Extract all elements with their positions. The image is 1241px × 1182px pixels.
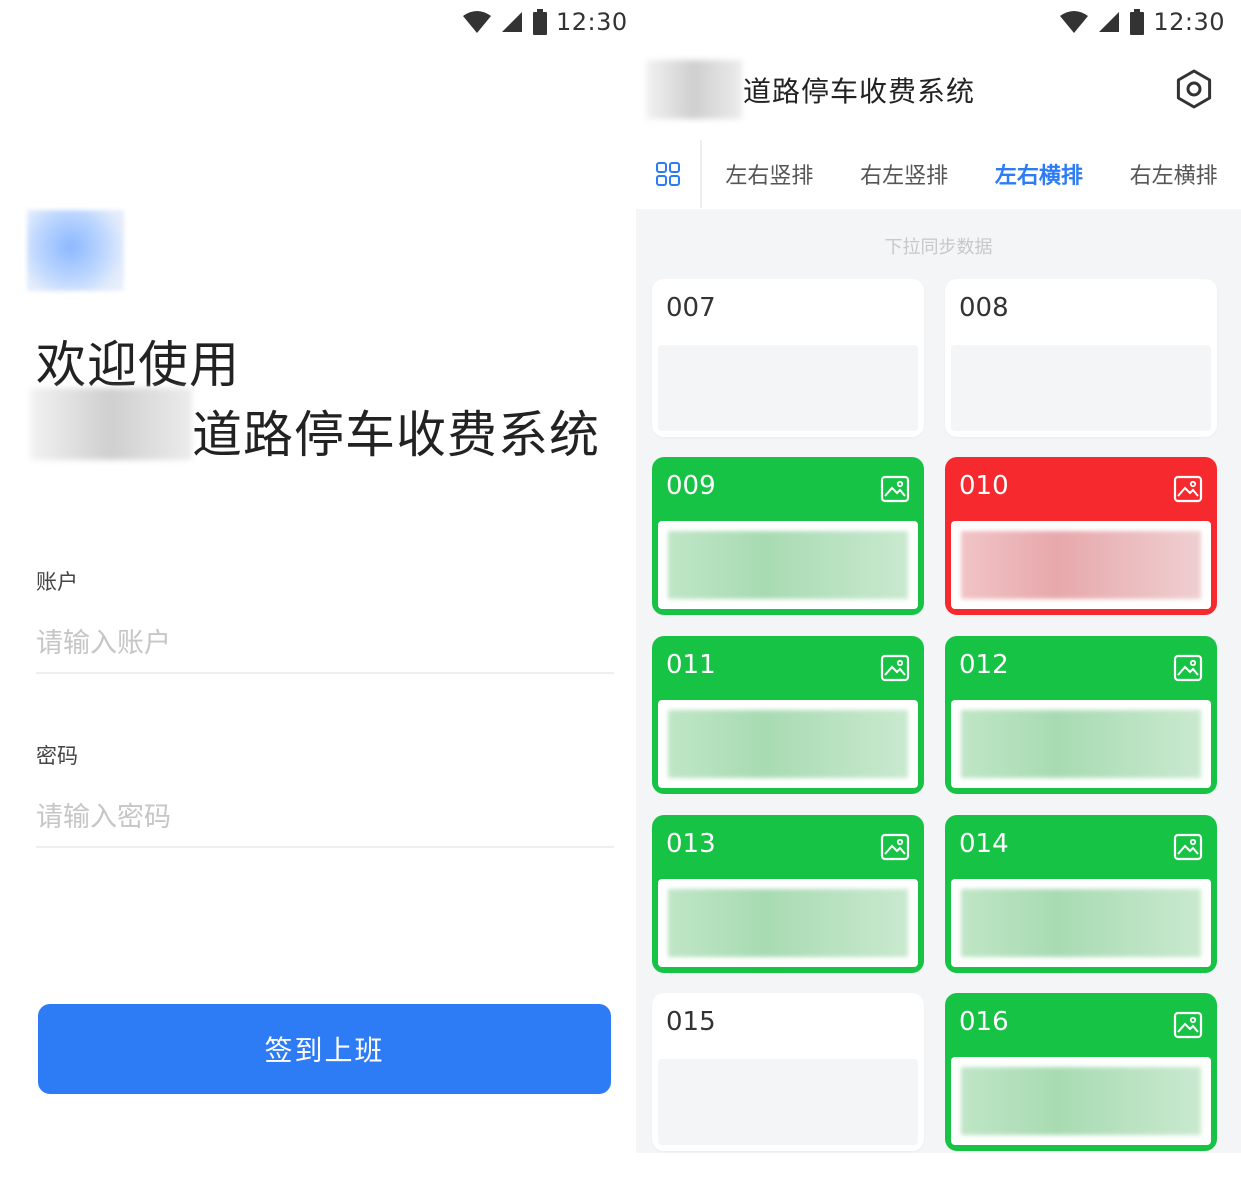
space-number: 007 — [666, 293, 716, 323]
redacted-vehicle-photo — [668, 889, 908, 957]
redacted-vehicle-photo — [961, 710, 1201, 778]
layout-tab-bar: 左右竖排 右左竖排 左右横排 右左横排 — [636, 140, 1241, 208]
photo-icon[interactable] — [1173, 833, 1203, 861]
redacted-vehicle-photo — [961, 889, 1201, 957]
tab-right-left-horizontal[interactable]: 右左横排 — [1106, 158, 1241, 190]
space-number: 016 — [959, 1007, 1009, 1037]
tab-left-right-vertical[interactable]: 左右竖排 — [702, 158, 837, 190]
space-number: 013 — [666, 829, 716, 859]
parking-space-card[interactable]: 011 — [652, 636, 924, 794]
grid-icon[interactable] — [636, 140, 702, 208]
space-number: 009 — [666, 471, 716, 501]
space-photo-area — [951, 521, 1211, 609]
signal-icon — [1099, 12, 1120, 32]
redacted-vehicle-photo — [961, 1067, 1201, 1135]
parking-space-card[interactable]: 015 — [652, 993, 924, 1151]
account-input[interactable] — [36, 614, 614, 674]
password-input[interactable] — [36, 788, 614, 848]
password-label: 密码 — [36, 744, 78, 768]
space-photo-area — [951, 345, 1211, 431]
space-photo-area — [658, 879, 918, 967]
space-number: 014 — [959, 829, 1009, 859]
app-logo — [27, 210, 124, 291]
redacted-city-name — [30, 388, 192, 460]
space-photo-area — [951, 1057, 1211, 1145]
parking-space-card[interactable]: 009 — [652, 457, 924, 615]
settings-icon[interactable] — [1173, 68, 1215, 110]
space-photo-area — [658, 1059, 918, 1145]
parking-screen: 12:30 道路停车收费系统 左右竖排 右左竖排 左右横排 右左横排 下拉同步数… — [636, 0, 1241, 1182]
tab-left-right-horizontal[interactable]: 左右横排 — [972, 158, 1107, 190]
photo-icon[interactable] — [880, 833, 910, 861]
space-number: 010 — [959, 471, 1009, 501]
space-photo-area — [951, 879, 1211, 967]
photo-icon[interactable] — [880, 654, 910, 682]
status-time: 12:30 — [1153, 8, 1225, 36]
redacted-city-name — [646, 60, 742, 119]
sign-in-button[interactable]: 签到上班 — [38, 1004, 611, 1094]
login-screen: 12:30 欢迎使用 道路停车收费系统 账户 密码 签到上班 — [0, 0, 634, 1182]
tab-right-left-vertical[interactable]: 右左竖排 — [837, 158, 972, 190]
signal-icon — [502, 12, 522, 32]
parking-space-card[interactable]: 010 — [945, 457, 1217, 615]
space-number: 012 — [959, 650, 1009, 680]
photo-icon[interactable] — [1173, 475, 1203, 503]
parking-space-card[interactable]: 013 — [652, 815, 924, 973]
space-photo-area — [658, 521, 918, 609]
wifi-icon — [463, 11, 491, 33]
photo-icon[interactable] — [880, 475, 910, 503]
parking-grid[interactable]: 下拉同步数据 007 008 009 010 011 012 013 014 015 016 — [636, 209, 1241, 1153]
app-title: 道路停车收费系统 — [743, 75, 976, 108]
parking-space-card[interactable]: 007 — [652, 279, 924, 437]
space-number: 011 — [666, 650, 716, 680]
account-label: 账户 — [36, 570, 78, 594]
photo-icon[interactable] — [1173, 654, 1203, 682]
parking-space-card[interactable]: 016 — [945, 993, 1217, 1151]
status-bar: 12:30 — [1059, 0, 1225, 44]
parking-space-card[interactable]: 008 — [945, 279, 1217, 437]
system-title: 道路停车收费系统 — [192, 406, 600, 464]
redacted-vehicle-photo — [668, 531, 908, 599]
space-photo-area — [951, 700, 1211, 788]
battery-icon — [533, 9, 547, 35]
redacted-vehicle-photo — [668, 710, 908, 778]
status-bar: 12:30 — [462, 0, 628, 44]
parking-space-card[interactable]: 012 — [945, 636, 1217, 794]
space-number: 008 — [959, 293, 1009, 323]
status-time: 12:30 — [556, 8, 628, 36]
space-number: 015 — [666, 1007, 716, 1037]
parking-space-card[interactable]: 014 — [945, 815, 1217, 973]
wifi-icon — [1060, 11, 1089, 33]
space-photo-area — [658, 700, 918, 788]
photo-icon[interactable] — [1173, 1011, 1203, 1039]
battery-icon — [1130, 9, 1145, 35]
welcome-heading: 欢迎使用 — [36, 336, 240, 394]
redacted-vehicle-photo — [961, 531, 1201, 599]
pull-to-sync-hint: 下拉同步数据 — [884, 237, 993, 258]
space-photo-area — [658, 345, 918, 431]
